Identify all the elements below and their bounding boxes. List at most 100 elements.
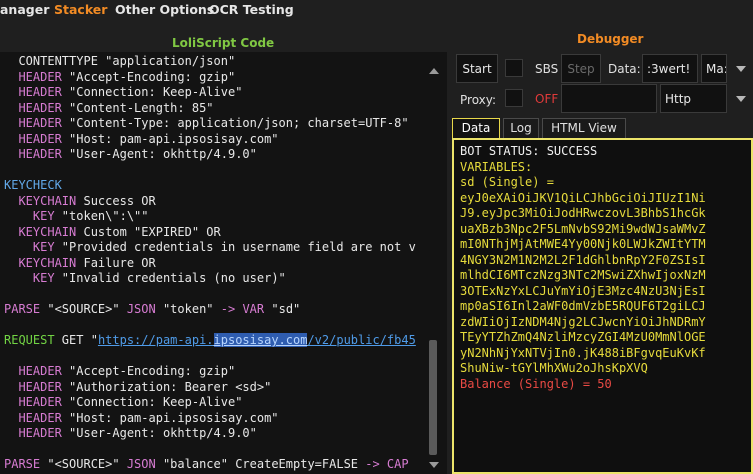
- proxy-checkbox[interactable]: [505, 89, 523, 107]
- code-line[interactable]: HEADER "Content-Length: 85": [4, 100, 214, 116]
- code-token: REQUEST: [4, 333, 55, 347]
- tab-log[interactable]: Log: [503, 118, 539, 138]
- code-token: HEADER: [4, 131, 62, 146]
- output-line: zdWIiOjIzNDM4Njg2LCJwcnYiOiJhNDRmY: [460, 314, 706, 329]
- code-token: CAP: [379, 457, 409, 471]
- output-line: mp0aSI6Inl2aWF0dmVzbE5RQUF6T2giLCJ: [460, 299, 706, 313]
- code-line[interactable]: KEYCHAIN Custom "EXPIRED" OR: [4, 225, 220, 240]
- code-token: GET ": [54, 333, 98, 347]
- menu-item-stacker[interactable]: Stacker: [54, 2, 107, 17]
- code-token: ipsosisay.com: [213, 333, 308, 347]
- code-line[interactable]: PARSE "<SOURCE>" JSON "balance" CreateEm…: [4, 457, 409, 472]
- code-token: ->: [365, 457, 380, 471]
- code-token: "Accept-Encoding: gzip": [61, 364, 236, 378]
- tab-data[interactable]: Data: [452, 118, 500, 138]
- data-type-chevron-down-icon[interactable]: [736, 66, 746, 72]
- code-line[interactable]: KEY "Invalid credentials (no user)": [4, 271, 286, 286]
- output-line: TEyYTZhZmQ4NzliMzcyZGI4MzU0MmNlOGE: [460, 330, 706, 344]
- code-token: HEADER: [4, 410, 62, 425]
- menu-item-manager[interactable]: anager: [0, 2, 49, 17]
- code-token: HEADER: [4, 85, 62, 99]
- code-token: "<SOURCE>": [40, 457, 127, 471]
- loliscript-editor[interactable]: CONTENTTYPE "application/json" HEADER "A…: [0, 52, 447, 474]
- output-line: VARIABLES:: [460, 159, 533, 174]
- code-token: PARSE: [4, 302, 41, 316]
- code-token: "Connection: Keep-Alive": [61, 85, 243, 99]
- editor-scrollbar-thumb[interactable]: [429, 340, 437, 455]
- code-token: VAR: [242, 302, 265, 316]
- code-token: KEY: [4, 240, 55, 254]
- output-line: mlhdCI6MTczNzg3NTc2MSwiZXhwIjoxNzM: [460, 268, 706, 282]
- code-line[interactable]: HEADER "Accept-Encoding: gzip": [4, 364, 235, 379]
- tab-html-view[interactable]: HTML View: [542, 118, 626, 138]
- step-button[interactable]: Step: [561, 54, 601, 83]
- editor-scroll-down-icon[interactable]: [429, 462, 439, 468]
- code-line[interactable]: HEADER "Host: pam-api.ipsosisay.com": [4, 131, 279, 147]
- proxy-type-chevron-down-icon[interactable]: [736, 96, 746, 102]
- code-token: "Connection: Keep-Alive": [61, 395, 243, 409]
- code-token: KEY: [4, 271, 55, 285]
- code-token: "Authorization: Bearer <sd>": [61, 379, 272, 394]
- code-line[interactable]: HEADER "Accept-Encoding: gzip": [4, 70, 235, 85]
- code-line[interactable]: KEY "token\":\"": [4, 209, 149, 224]
- code-token: /v2/public/fb45: [307, 333, 416, 347]
- output-line: yN2NhNjYxNTVjIn0.jK488iBFgvqEuKvKf: [460, 345, 706, 360]
- code-line[interactable]: KEYCHECK: [4, 178, 62, 193]
- output-line: ShuNiw-tGYlMhXWu2oJhsKpXVQ: [460, 361, 648, 375]
- output-line: Balance (Single) = 50: [460, 376, 612, 391]
- debugger-output[interactable]: BOT STATUS: SUCCESS VARIABLES: sd (Single)…: [452, 138, 753, 474]
- code-token: "sd": [264, 302, 301, 316]
- code-token: "token": [155, 302, 221, 316]
- code-token: "Host: pam-api.ipsosisay.com": [61, 410, 279, 425]
- code-line[interactable]: HEADER "Connection: Keep-Alive": [4, 85, 242, 100]
- code-line[interactable]: KEY "Provided credentials in username fi…: [4, 240, 416, 255]
- code-token: KEY: [4, 209, 55, 223]
- code-line[interactable]: KEYCHAIN Success OR: [4, 193, 155, 209]
- code-line[interactable]: REQUEST GET "https://pam-api.ipsosisay.c…: [4, 333, 416, 348]
- code-token: HEADER: [4, 379, 62, 394]
- code-token: "Accept-Encoding: gzip": [61, 69, 236, 84]
- output-line: mI0NThjMjAtMWE4Yy00Njk0LWJkZWItYTM: [460, 237, 706, 251]
- code-line[interactable]: HEADER "Content-Type: application/json; …: [4, 116, 408, 131]
- code-token: "balance" CreateEmpty=FALSE: [155, 457, 366, 471]
- output-line: 3OTExNzYxLCJuYmYiOjE3Mzc4NzU3NjEsI: [460, 283, 706, 298]
- proxy-state: OFF: [535, 92, 559, 106]
- output-line: eyJ0eXAiOiJKV1QiLCJhbGciOiJIUzI1Ni: [460, 190, 706, 205]
- start-button[interactable]: Start: [456, 54, 498, 83]
- data-type-select[interactable]: Ma:: [701, 54, 727, 83]
- menu-item-ocr-testing[interactable]: OCR Testing: [209, 2, 294, 17]
- editor-title: LoliScript Code: [172, 36, 275, 50]
- output-line: J9.eyJpc3MiOiJodHRwczovL3BhbS1hcGk: [460, 206, 706, 220]
- menu-item-other-options[interactable]: Other Options: [115, 2, 214, 17]
- output-line: sd (Single) =: [460, 175, 554, 189]
- code-token: "token\":\"": [54, 209, 149, 223]
- code-token: HEADER: [4, 100, 62, 115]
- code-token: JSON: [126, 302, 156, 316]
- code-token: "Host: pam-api.ipsosisay.com": [61, 131, 279, 146]
- code-line[interactable]: HEADER "User-Agent: okhttp/4.9.0": [4, 426, 256, 441]
- code-line[interactable]: HEADER "Connection: Keep-Alive": [4, 395, 242, 410]
- editor-scroll-up-icon[interactable]: [429, 68, 439, 74]
- proxy-input[interactable]: [561, 84, 657, 113]
- code-token: "Content-Length: 85": [61, 100, 214, 115]
- code-line[interactable]: HEADER "Authorization: Bearer <sd>": [4, 380, 271, 395]
- proxy-type-select[interactable]: Http: [660, 84, 727, 113]
- debugger-title: Debugger: [577, 32, 644, 46]
- sbs-label: SBS: [535, 62, 559, 76]
- code-line[interactable]: PARSE "<SOURCE>" JSON "token" -> VAR "sd…: [4, 302, 300, 317]
- data-input[interactable]: :3wert!: [642, 54, 698, 83]
- code-token: "<SOURCE>": [40, 302, 127, 316]
- code-line[interactable]: HEADER "User-Agent: okhttp/4.9.0": [4, 147, 256, 162]
- code-token: https://pam-api.: [97, 333, 214, 347]
- code-token: "Invalid credentials (no user)": [54, 271, 286, 285]
- code-line[interactable]: CONTENTTYPE "application/json": [4, 54, 235, 69]
- code-line[interactable]: KEYCHAIN Failure OR: [4, 256, 155, 271]
- code-token: KEYCHAIN: [4, 193, 77, 208]
- sbs-checkbox[interactable]: [505, 59, 523, 77]
- code-token: HEADER: [4, 116, 62, 130]
- code-token: JSON: [126, 457, 156, 471]
- top-menu-bar: anager Stacker Other Options OCR Testing: [0, 0, 753, 22]
- output-line: uaXBzb3Npc2F5LmNvbS92Mi9wdWJsaWMvZ: [460, 221, 706, 236]
- code-token: CONTENTTYPE "application/json": [4, 54, 236, 68]
- code-line[interactable]: HEADER "Host: pam-api.ipsosisay.com": [4, 410, 279, 426]
